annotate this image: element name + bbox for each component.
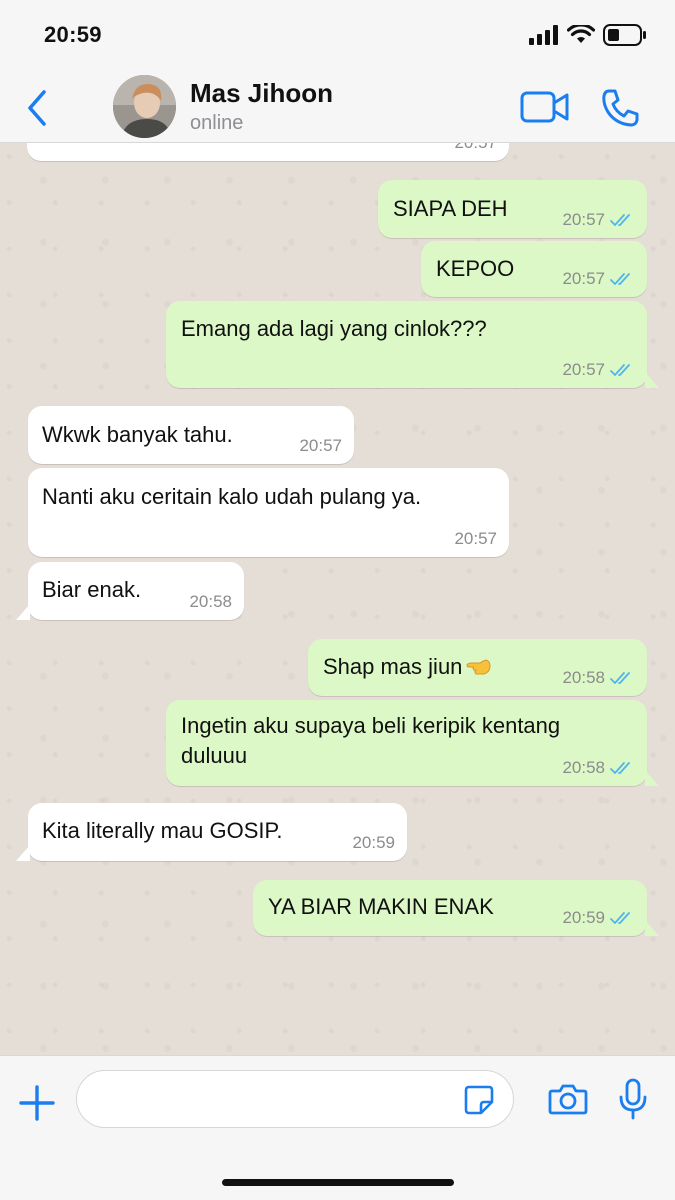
read-ticks-icon bbox=[610, 762, 630, 774]
message-bubble-outgoing[interactable]: SIAPA DEH 20:57 bbox=[378, 180, 647, 238]
message-text: Wkwk banyak tahu. bbox=[42, 422, 233, 447]
message-time: 20:57 bbox=[562, 269, 605, 288]
message-bubble-incoming[interactable]: Kita literally mau GOSIP. 20:59 bbox=[16, 803, 407, 861]
read-ticks-icon bbox=[610, 273, 630, 285]
message-text: Emang ada lagi yang cinlok??? bbox=[181, 316, 487, 341]
read-ticks-icon bbox=[610, 364, 630, 376]
message-bubble-outgoing[interactable]: Ingetin aku supaya beli keripik kentang … bbox=[166, 700, 659, 786]
message-meta: 20:57 bbox=[454, 143, 497, 153]
read-ticks-icon bbox=[610, 912, 630, 924]
contact-status: online bbox=[190, 112, 244, 134]
chat-area[interactable]: 20:57 SIAPA DEH 20:57 KEPOO 20:57 Emang … bbox=[0, 143, 675, 1055]
message-bubble-outgoing[interactable]: Shap mas jiun 20:58 bbox=[308, 639, 647, 696]
message-bubble-outgoing[interactable]: YA BIAR MAKIN ENAK 20:59 bbox=[253, 880, 659, 936]
avatar-photo bbox=[113, 75, 176, 138]
camera-icon[interactable] bbox=[548, 1082, 588, 1116]
battery-icon bbox=[603, 24, 646, 46]
sticker-icon[interactable] bbox=[463, 1084, 495, 1116]
message-text: Biar enak. bbox=[42, 577, 142, 602]
message-bubble-incoming[interactable]: 20:57 bbox=[27, 143, 509, 161]
message-meta: 20:58 bbox=[562, 758, 635, 778]
message-text-content: Shap mas jiun bbox=[323, 654, 463, 679]
message-bubble-incoming[interactable]: Biar enak. 20:58 bbox=[16, 562, 244, 620]
pointing-hand-emoji-icon bbox=[466, 659, 491, 675]
message-bubble-incoming[interactable]: Nanti aku ceritain kalo udah pulang ya. … bbox=[28, 468, 509, 557]
message-text: SIAPA DEH bbox=[393, 196, 508, 221]
message-meta: 20:59 bbox=[562, 908, 635, 928]
read-ticks-icon bbox=[610, 672, 630, 684]
microphone-icon[interactable] bbox=[618, 1078, 648, 1120]
message-input[interactable] bbox=[76, 1070, 514, 1128]
composer-bar bbox=[0, 1055, 675, 1200]
plus-icon[interactable] bbox=[18, 1084, 56, 1122]
message-text-line-1: Ingetin aku supaya beli keripik kentang bbox=[181, 713, 561, 738]
message-time: 20:59 bbox=[352, 833, 395, 852]
message-time: 20:57 bbox=[299, 436, 342, 455]
contact-avatar[interactable] bbox=[113, 75, 176, 138]
message-bubble-incoming[interactable]: Wkwk banyak tahu. 20:57 bbox=[28, 406, 354, 464]
status-time: 20:59 bbox=[44, 22, 102, 47]
signal-icon bbox=[529, 25, 558, 45]
message-text: Shap mas jiun bbox=[323, 652, 492, 682]
message-meta: 20:59 bbox=[352, 833, 395, 853]
message-time: 20:58 bbox=[562, 758, 605, 777]
video-call-icon[interactable] bbox=[520, 90, 570, 124]
back-chevron-icon[interactable] bbox=[22, 88, 52, 128]
read-ticks-icon bbox=[610, 214, 630, 226]
message-meta: 20:57 bbox=[454, 529, 497, 549]
chat-header: Mas Jihoon online bbox=[0, 70, 675, 143]
message-text: Kita literally mau GOSIP. bbox=[42, 818, 283, 843]
wifi-icon bbox=[567, 25, 595, 43]
message-time: 20:57 bbox=[562, 360, 605, 379]
message-time: 20:59 bbox=[562, 908, 605, 927]
message-time: 20:57 bbox=[454, 529, 497, 548]
status-icons bbox=[529, 22, 647, 48]
message-meta: 20:58 bbox=[189, 592, 232, 612]
message-time: 20:57 bbox=[454, 143, 497, 153]
message-text: KEPOO bbox=[436, 256, 515, 281]
message-meta: 20:57 bbox=[562, 210, 635, 230]
message-text-line-2: duluuu bbox=[181, 743, 248, 768]
message-meta: 20:57 bbox=[299, 436, 342, 456]
message-text: YA BIAR MAKIN ENAK bbox=[268, 894, 494, 919]
status-bar: 20:59 bbox=[0, 0, 675, 70]
message-meta: 20:57 bbox=[562, 360, 635, 380]
message-bubble-outgoing[interactable]: KEPOO 20:57 bbox=[421, 241, 647, 297]
phone-call-icon[interactable] bbox=[600, 88, 640, 128]
contact-name[interactable]: Mas Jihoon bbox=[190, 78, 333, 109]
message-meta: 20:58 bbox=[562, 668, 635, 688]
message-time: 20:58 bbox=[562, 668, 605, 687]
message-meta: 20:57 bbox=[562, 269, 635, 289]
message-time: 20:57 bbox=[562, 210, 605, 229]
message-time: 20:58 bbox=[189, 592, 232, 611]
message-text: Nanti aku ceritain kalo udah pulang ya. bbox=[42, 484, 422, 509]
home-indicator[interactable] bbox=[222, 1179, 454, 1186]
message-bubble-outgoing[interactable]: Emang ada lagi yang cinlok??? 20:57 bbox=[166, 301, 659, 388]
